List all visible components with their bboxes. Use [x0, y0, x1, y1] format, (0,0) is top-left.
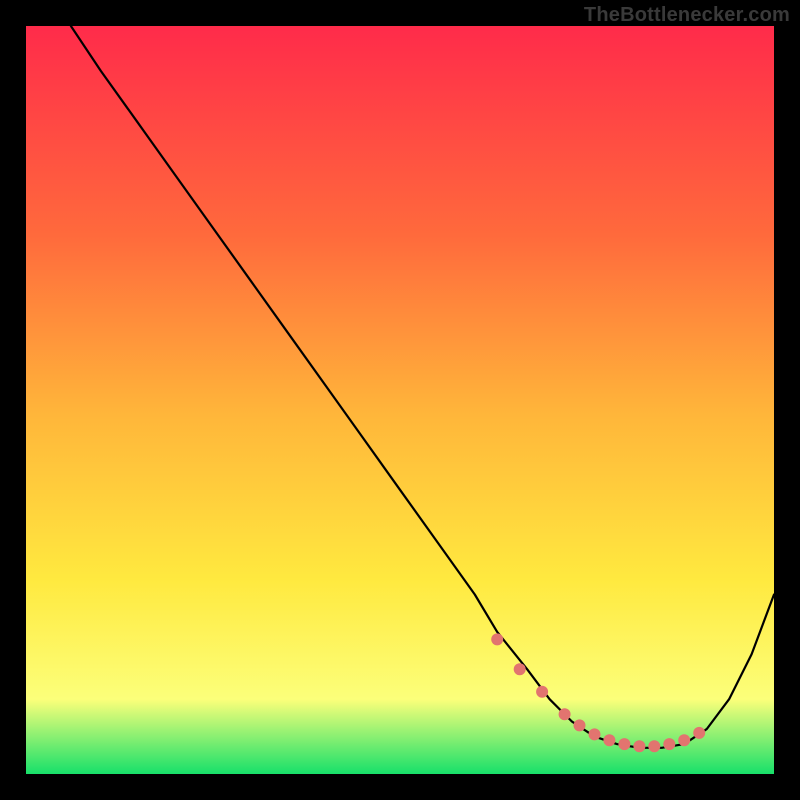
marker-dot	[648, 740, 660, 752]
marker-dot	[574, 719, 586, 731]
marker-dot	[618, 738, 630, 750]
chart-stage: TheBottlenecker.com	[0, 0, 800, 800]
marker-dot	[514, 663, 526, 675]
marker-dot	[603, 734, 615, 746]
marker-dot	[678, 734, 690, 746]
chart-svg	[26, 26, 774, 774]
marker-dot	[536, 686, 548, 698]
gradient-background	[26, 26, 774, 774]
watermark-text: TheBottlenecker.com	[584, 4, 790, 27]
marker-dot	[663, 738, 675, 750]
marker-dot	[491, 633, 503, 645]
marker-dot	[693, 727, 705, 739]
marker-dot	[559, 708, 571, 720]
plot-area	[26, 26, 774, 774]
marker-dot	[633, 740, 645, 752]
marker-dot	[589, 728, 601, 740]
